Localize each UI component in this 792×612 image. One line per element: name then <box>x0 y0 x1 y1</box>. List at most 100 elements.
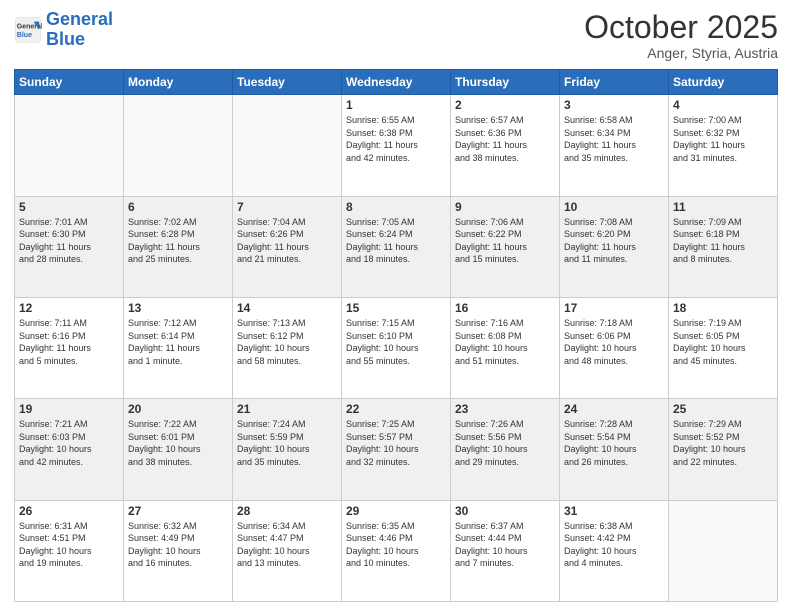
day-number: 10 <box>564 200 664 214</box>
calendar-cell: 2Sunrise: 6:57 AM Sunset: 6:36 PM Daylig… <box>451 95 560 196</box>
day-number: 4 <box>673 98 773 112</box>
logo-text: General Blue <box>46 10 113 50</box>
day-number: 19 <box>19 402 119 416</box>
day-number: 18 <box>673 301 773 315</box>
day-number: 24 <box>564 402 664 416</box>
calendar-cell: 7 Sunrise: 7:04 AM Sunset: 6:26 PM Daylig… <box>233 196 342 297</box>
day-info: Sunrise: 7:15 AM Sunset: 6:10 PM Dayligh… <box>346 317 446 367</box>
day-number: 21 <box>237 402 337 416</box>
week-row-1: 1 Sunrise: 6:55 AM Sunset: 6:38 PM Daylig… <box>15 95 778 196</box>
day-number: 9 <box>455 200 555 214</box>
col-sunday: Sunday <box>15 70 124 95</box>
day-number: 28 <box>237 504 337 518</box>
calendar-cell: 20 Sunrise: 7:22 AM Sunset: 6:01 PM Dayli… <box>124 399 233 500</box>
day-number: 22 <box>346 402 446 416</box>
calendar-cell: 30 Sunrise: 6:37 AM Sunset: 4:44 PM Dayli… <box>451 500 560 601</box>
calendar-cell: 8Sunrise: 7:05 AM Sunset: 6:24 PM Daylig… <box>342 196 451 297</box>
calendar-cell: 22 Sunrise: 7:25 AM Sunset: 5:57 PM Dayli… <box>342 399 451 500</box>
day-number: 16 <box>455 301 555 315</box>
day-number: 7 <box>237 200 337 214</box>
day-info: Sunrise: 6:31 AM Sunset: 4:51 PM Dayligh… <box>19 520 119 570</box>
day-number: 14 <box>237 301 337 315</box>
col-thursday: Thursday <box>451 70 560 95</box>
col-monday: Monday <box>124 70 233 95</box>
week-row-2: 5Sunrise: 7:01 AM Sunset: 6:30 PM Daylig… <box>15 196 778 297</box>
logo-general: General <box>46 9 113 29</box>
general-blue-icon: General Blue <box>14 16 42 44</box>
calendar-cell: 14 Sunrise: 7:13 AM Sunset: 6:12 PM Dayli… <box>233 297 342 398</box>
day-info: Sunrise: 7:05 AM Sunset: 6:24 PM Dayligh… <box>346 216 446 266</box>
calendar-cell: 6 Sunrise: 7:02 AM Sunset: 6:28 PM Daylig… <box>124 196 233 297</box>
day-number: 13 <box>128 301 228 315</box>
calendar-header-row: Sunday Monday Tuesday Wednesday Thursday… <box>15 70 778 95</box>
day-number: 29 <box>346 504 446 518</box>
calendar-cell <box>669 500 778 601</box>
calendar-cell: 9Sunrise: 7:06 AM Sunset: 6:22 PM Daylig… <box>451 196 560 297</box>
calendar-cell: 23 Sunrise: 7:26 AM Sunset: 5:56 PM Dayli… <box>451 399 560 500</box>
calendar-table: Sunday Monday Tuesday Wednesday Thursday… <box>14 69 778 602</box>
day-number: 30 <box>455 504 555 518</box>
calendar-cell: 5Sunrise: 7:01 AM Sunset: 6:30 PM Daylig… <box>15 196 124 297</box>
col-friday: Friday <box>560 70 669 95</box>
day-info: Sunrise: 7:08 AM Sunset: 6:20 PM Dayligh… <box>564 216 664 266</box>
day-info: Sunrise: 7:09 AM Sunset: 6:18 PM Dayligh… <box>673 216 773 266</box>
day-info: Sunrise: 6:58 AM Sunset: 6:34 PM Dayligh… <box>564 114 664 164</box>
day-info: Sunrise: 7:13 AM Sunset: 6:12 PM Dayligh… <box>237 317 337 367</box>
calendar-cell: 27 Sunrise: 6:32 AM Sunset: 4:49 PM Dayli… <box>124 500 233 601</box>
calendar-cell: 18Sunrise: 7:19 AM Sunset: 6:05 PM Dayli… <box>669 297 778 398</box>
calendar-cell: 24 Sunrise: 7:28 AM Sunset: 5:54 PM Dayli… <box>560 399 669 500</box>
day-number: 25 <box>673 402 773 416</box>
day-number: 12 <box>19 301 119 315</box>
calendar-cell: 29 Sunrise: 6:35 AM Sunset: 4:46 PM Dayli… <box>342 500 451 601</box>
calendar-cell <box>124 95 233 196</box>
calendar-cell: 4Sunrise: 7:00 AM Sunset: 6:32 PM Daylig… <box>669 95 778 196</box>
day-info: Sunrise: 7:11 AM Sunset: 6:16 PM Dayligh… <box>19 317 119 367</box>
day-info: Sunrise: 7:25 AM Sunset: 5:57 PM Dayligh… <box>346 418 446 468</box>
logo: General Blue General Blue <box>14 10 113 50</box>
calendar-cell: 19 Sunrise: 7:21 AM Sunset: 6:03 PM Dayli… <box>15 399 124 500</box>
month-title: October 2025 <box>584 10 778 45</box>
day-info: Sunrise: 7:16 AM Sunset: 6:08 PM Dayligh… <box>455 317 555 367</box>
svg-text:Blue: Blue <box>17 32 32 39</box>
day-info: Sunrise: 7:04 AM Sunset: 6:26 PM Dayligh… <box>237 216 337 266</box>
day-info: Sunrise: 7:26 AM Sunset: 5:56 PM Dayligh… <box>455 418 555 468</box>
header: General Blue General Blue October 2025 A… <box>14 10 778 61</box>
day-number: 3 <box>564 98 664 112</box>
day-info: Sunrise: 6:55 AM Sunset: 6:38 PM Dayligh… <box>346 114 446 164</box>
day-number: 27 <box>128 504 228 518</box>
day-number: 31 <box>564 504 664 518</box>
calendar-cell: 13Sunrise: 7:12 AM Sunset: 6:14 PM Dayli… <box>124 297 233 398</box>
day-number: 23 <box>455 402 555 416</box>
day-info: Sunrise: 7:22 AM Sunset: 6:01 PM Dayligh… <box>128 418 228 468</box>
day-number: 17 <box>564 301 664 315</box>
location: Anger, Styria, Austria <box>584 45 778 61</box>
day-number: 1 <box>346 98 446 112</box>
day-info: Sunrise: 7:02 AM Sunset: 6:28 PM Dayligh… <box>128 216 228 266</box>
logo-blue: Blue <box>46 29 85 49</box>
day-info: Sunrise: 6:32 AM Sunset: 4:49 PM Dayligh… <box>128 520 228 570</box>
calendar-cell: 26Sunrise: 6:31 AM Sunset: 4:51 PM Dayli… <box>15 500 124 601</box>
calendar-cell: 1 Sunrise: 6:55 AM Sunset: 6:38 PM Daylig… <box>342 95 451 196</box>
calendar-cell: 16 Sunrise: 7:16 AM Sunset: 6:08 PM Dayli… <box>451 297 560 398</box>
day-info: Sunrise: 7:28 AM Sunset: 5:54 PM Dayligh… <box>564 418 664 468</box>
day-number: 20 <box>128 402 228 416</box>
calendar-cell: 21 Sunrise: 7:24 AM Sunset: 5:59 PM Dayli… <box>233 399 342 500</box>
day-info: Sunrise: 6:38 AM Sunset: 4:42 PM Dayligh… <box>564 520 664 570</box>
calendar-cell: 11Sunrise: 7:09 AM Sunset: 6:18 PM Dayli… <box>669 196 778 297</box>
day-info: Sunrise: 6:57 AM Sunset: 6:36 PM Dayligh… <box>455 114 555 164</box>
day-info: Sunrise: 7:21 AM Sunset: 6:03 PM Dayligh… <box>19 418 119 468</box>
day-info: Sunrise: 7:29 AM Sunset: 5:52 PM Dayligh… <box>673 418 773 468</box>
calendar-cell: 3 Sunrise: 6:58 AM Sunset: 6:34 PM Daylig… <box>560 95 669 196</box>
day-info: Sunrise: 6:37 AM Sunset: 4:44 PM Dayligh… <box>455 520 555 570</box>
col-saturday: Saturday <box>669 70 778 95</box>
calendar-cell: 10 Sunrise: 7:08 AM Sunset: 6:20 PM Dayli… <box>560 196 669 297</box>
col-wednesday: Wednesday <box>342 70 451 95</box>
day-number: 6 <box>128 200 228 214</box>
week-row-3: 12 Sunrise: 7:11 AM Sunset: 6:16 PM Dayli… <box>15 297 778 398</box>
day-info: Sunrise: 7:24 AM Sunset: 5:59 PM Dayligh… <box>237 418 337 468</box>
calendar-cell: 31 Sunrise: 6:38 AM Sunset: 4:42 PM Dayli… <box>560 500 669 601</box>
day-info: Sunrise: 6:35 AM Sunset: 4:46 PM Dayligh… <box>346 520 446 570</box>
calendar-cell <box>233 95 342 196</box>
col-tuesday: Tuesday <box>233 70 342 95</box>
week-row-5: 26Sunrise: 6:31 AM Sunset: 4:51 PM Dayli… <box>15 500 778 601</box>
